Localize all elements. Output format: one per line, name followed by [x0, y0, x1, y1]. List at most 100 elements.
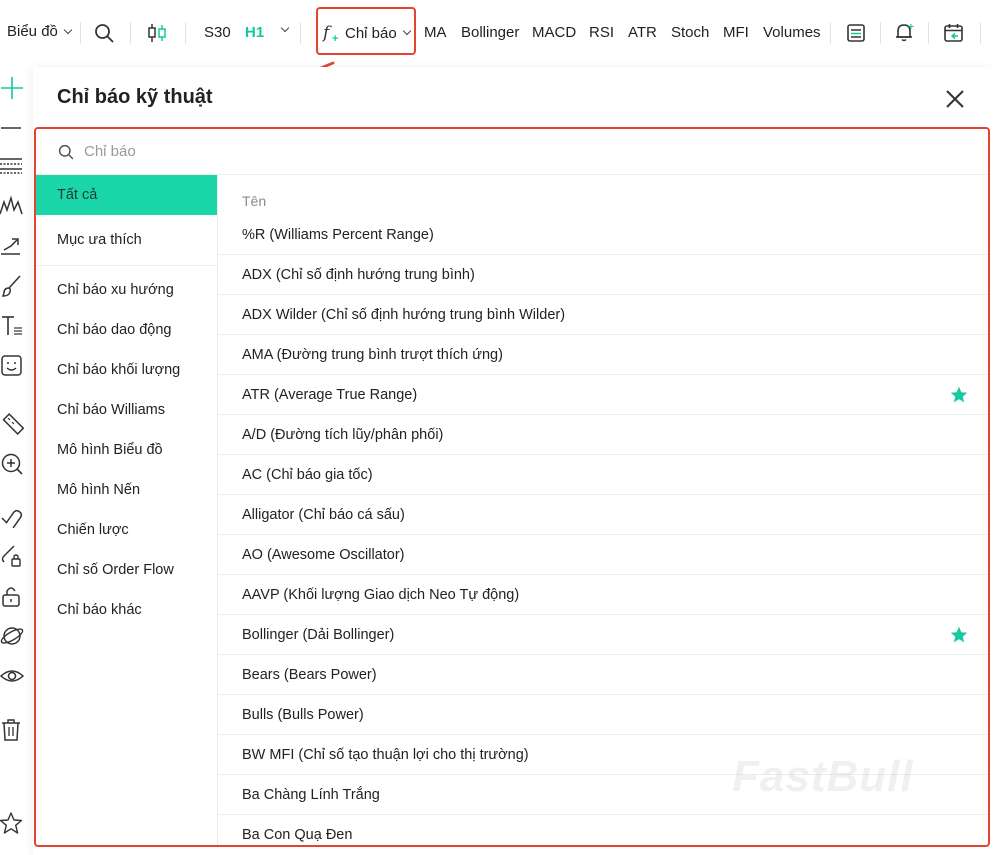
indicator-row[interactable]: AMA (Đường trung bình trượt thích ứng) — [218, 335, 988, 375]
indicator-name: Ba Chàng Lính Trắng — [242, 786, 380, 803]
horizontal-line-icon[interactable] — [0, 116, 24, 140]
toolbar-divider — [928, 22, 929, 44]
indicator-row[interactable]: ADX Wilder (Chỉ số định hướng trung bình… — [218, 295, 988, 335]
svg-text:+: + — [908, 22, 914, 33]
indicators-dialog: Chỉ báo kỹ thuật Tất cả Mục ưa thích Chỉ… — [33, 67, 993, 855]
category-strategies[interactable]: Chiến lược — [36, 510, 217, 550]
indicator-name: ADX (Chỉ số định hướng trung bình) — [242, 266, 475, 283]
eye-icon[interactable] — [0, 664, 24, 688]
favorite-star-icon[interactable] — [950, 626, 968, 644]
category-order-flow[interactable]: Chỉ số Order Flow — [36, 550, 217, 590]
fib-lines-icon[interactable] — [0, 154, 24, 178]
quick-indicator-bollinger[interactable]: Bollinger — [461, 24, 519, 41]
indicator-row[interactable]: AAVP (Khối lượng Giao dịch Neo Tự động) — [218, 575, 988, 615]
quick-indicator-macd[interactable]: MACD — [532, 24, 576, 41]
list-header: Tên — [242, 193, 267, 209]
quick-indicator-label: Stoch — [671, 24, 710, 41]
category-other[interactable]: Chỉ báo khác — [36, 590, 217, 630]
toolbar-divider — [880, 22, 881, 44]
indicator-row[interactable]: Ba Con Quạ Đen — [218, 815, 988, 845]
trash-icon[interactable] — [0, 718, 24, 742]
category-label: Chỉ số Order Flow — [57, 562, 174, 578]
wave-icon[interactable] — [0, 194, 24, 218]
indicator-row[interactable]: ADX (Chỉ số định hướng trung bình) — [218, 255, 988, 295]
category-williams[interactable]: Chỉ báo Williams — [36, 390, 217, 430]
category-candle-patterns[interactable]: Mô hình Nến — [36, 470, 217, 510]
category-label: Chiến lược — [57, 522, 129, 538]
chevron-down-icon[interactable] — [280, 23, 290, 33]
indicator-name: Ba Con Quạ Đen — [242, 826, 353, 843]
indicator-row[interactable]: Bollinger (Dải Bollinger) — [218, 615, 988, 655]
category-label: Chỉ báo khác — [57, 602, 142, 618]
close-icon[interactable] — [945, 89, 965, 109]
symbol-button[interactable]: S30 — [204, 24, 231, 41]
indicator-row[interactable]: %R (Williams Percent Range) — [218, 215, 988, 255]
quick-indicator-label: RSI — [589, 24, 615, 41]
watermark: FastBull — [732, 752, 914, 801]
indicator-list: Tên %R (Williams Percent Range) ADX (Chỉ … — [218, 175, 988, 845]
indicator-name: AMA (Đường trung bình trượt thích ứng) — [242, 346, 503, 363]
magnet-icon[interactable] — [0, 504, 24, 528]
quick-indicator-rsi[interactable]: RSI — [589, 24, 614, 41]
indicator-row[interactable]: AC (Chỉ báo gia tốc) — [218, 455, 988, 495]
brush-icon[interactable] — [0, 274, 24, 298]
highlight-indicators-button — [316, 7, 416, 55]
quick-indicator-atr[interactable]: ATR — [628, 24, 657, 41]
indicator-name: AAVP (Khối lượng Giao dịch Neo Tự động) — [242, 586, 520, 603]
category-volume[interactable]: Chỉ báo khối lượng — [36, 350, 217, 390]
category-all[interactable]: Tất cả — [36, 175, 217, 215]
indicator-row[interactable]: Alligator (Chỉ báo cá sấu) — [218, 495, 988, 535]
category-chart-patterns[interactable]: Mô hình Biểu đồ — [36, 430, 217, 470]
indicator-name: %R (Williams Percent Range) — [242, 226, 434, 243]
emoji-icon[interactable] — [0, 354, 24, 378]
indicator-row[interactable]: AO (Awesome Oscillator) — [218, 535, 988, 575]
category-oscillators[interactable]: Chỉ báo dao động — [36, 310, 217, 350]
toolbar-divider — [980, 22, 981, 44]
search-input[interactable] — [84, 143, 684, 160]
quick-indicator-stoch[interactable]: Stoch — [671, 24, 709, 41]
symbol-label: S30 — [204, 24, 231, 41]
category-trend[interactable]: Chỉ báo xu hướng — [36, 270, 217, 310]
indicator-name: ADX Wilder (Chỉ số định hướng trung bình… — [242, 306, 566, 323]
text-icon[interactable] — [0, 314, 24, 338]
chart-type-dropdown[interactable]: Biểu đồ — [7, 23, 73, 40]
timeframe-label: H1 — [245, 24, 265, 41]
quick-indicator-label: MA — [424, 24, 447, 41]
star-icon[interactable] — [0, 812, 24, 836]
category-label: Mục ưa thích — [57, 232, 142, 248]
indicator-name: BW MFI (Chỉ số tạo thuận lợi cho thị trư… — [242, 746, 529, 763]
favorite-star-icon[interactable] — [950, 386, 968, 404]
indicator-row[interactable]: ATR (Average True Range) — [218, 375, 988, 415]
category-label: Chỉ báo khối lượng — [57, 362, 181, 378]
indicator-row[interactable]: Bulls (Bulls Power) — [218, 695, 988, 735]
lock-drawing-icon[interactable] — [0, 544, 24, 568]
quick-indicator-volumes[interactable]: Volumes — [763, 24, 821, 41]
trend-arrow-icon[interactable] — [0, 234, 24, 258]
indicator-row[interactable]: A/D (Đường tích lũy/phân phối) — [218, 415, 988, 455]
indicator-name: AC (Chỉ báo gia tốc) — [242, 466, 373, 483]
zoom-in-icon[interactable] — [0, 452, 24, 476]
category-favorites[interactable]: Mục ưa thích — [36, 215, 217, 265]
timeframe-button[interactable]: H1 — [245, 24, 264, 41]
search-icon[interactable] — [94, 23, 114, 43]
quick-indicator-ma[interactable]: MA — [424, 24, 447, 41]
calendar-icon[interactable] — [943, 22, 965, 44]
chart-type-label: Biểu đồ — [7, 23, 58, 40]
crosshair-icon[interactable] — [0, 76, 24, 100]
quick-indicator-label: MACD — [532, 24, 577, 41]
indicator-name: Bears (Bears Power) — [242, 666, 377, 683]
category-label: Chỉ báo dao động — [57, 322, 172, 338]
top-toolbar: Biểu đồ S30 H1 f + Chỉ báo MA Bollinger … — [0, 0, 993, 66]
unlock-icon[interactable] — [0, 584, 24, 608]
planet-icon[interactable] — [0, 624, 24, 648]
category-list: Tất cả Mục ưa thích Chỉ báo xu hướng Chỉ… — [36, 175, 218, 845]
alert-bell-icon[interactable]: + — [894, 21, 916, 43]
indicator-name: AO (Awesome Oscillator) — [242, 546, 405, 563]
ruler-icon[interactable] — [0, 412, 24, 436]
indicator-row[interactable]: Bears (Bears Power) — [218, 655, 988, 695]
quick-indicator-label: Bollinger — [461, 24, 520, 41]
candlestick-icon[interactable] — [146, 22, 168, 44]
quick-indicator-mfi[interactable]: MFI — [723, 24, 749, 41]
category-label: Chỉ báo Williams — [57, 402, 165, 418]
layout-icon[interactable] — [846, 23, 866, 43]
